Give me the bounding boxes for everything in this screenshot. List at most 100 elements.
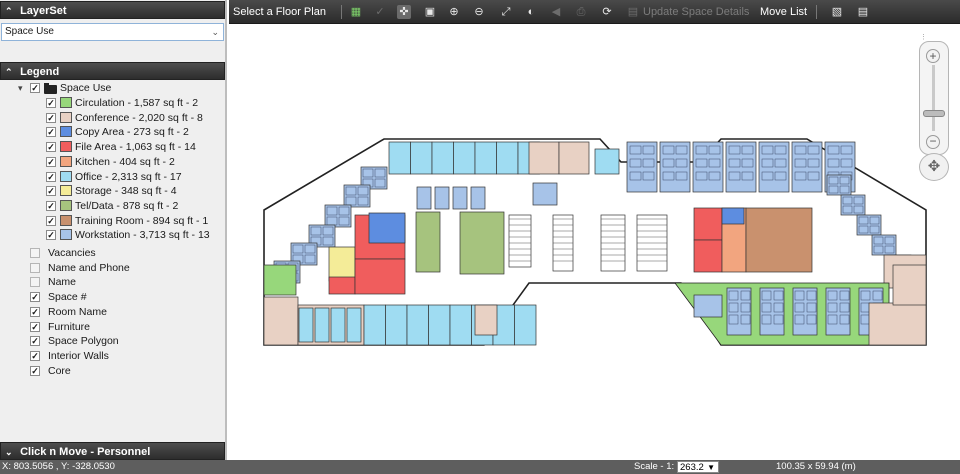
conference-space[interactable] xyxy=(558,141,590,175)
legend-item-checkbox[interactable]: ✓ xyxy=(46,142,56,153)
file-area-space[interactable] xyxy=(354,258,406,295)
zoom-slider-thumb[interactable] xyxy=(923,110,945,117)
legend-item-checkbox[interactable]: ✓ xyxy=(46,112,56,123)
layerset-header[interactable]: ⌃ LayerSet xyxy=(0,1,225,19)
conference-space[interactable] xyxy=(474,304,498,336)
office-space[interactable] xyxy=(410,141,433,175)
excel-icon[interactable]: ▦ xyxy=(349,5,363,19)
workstation-space[interactable] xyxy=(726,287,752,336)
zoom-in-icon[interactable]: + xyxy=(926,49,940,63)
layer-toggle[interactable]: ✓ Space Polygon xyxy=(0,334,225,348)
click-n-move-header[interactable]: ⌄ Click n Move - Personnel xyxy=(0,442,225,460)
legend-item-checkbox[interactable]: ✓ xyxy=(46,186,56,197)
select-floor-plan-button[interactable]: Select a Floor Plan xyxy=(233,0,326,24)
layer-checkbox[interactable]: ✓ xyxy=(30,292,40,303)
legend-item-checkbox[interactable]: ✓ xyxy=(46,215,56,226)
legend-item-checkbox[interactable]: ✓ xyxy=(46,127,56,138)
file-area-space[interactable] xyxy=(328,276,356,295)
teldata-space[interactable] xyxy=(415,211,441,273)
core-stair[interactable] xyxy=(508,214,532,268)
layer-toggle[interactable]: Vacancies xyxy=(0,246,225,260)
workstation-space[interactable] xyxy=(826,174,852,196)
office-space[interactable] xyxy=(346,307,362,343)
layer-checkbox[interactable]: ✓ xyxy=(30,365,40,376)
workstation-space[interactable] xyxy=(452,186,468,210)
training-room-space[interactable] xyxy=(745,207,813,273)
workstation-space[interactable] xyxy=(856,214,882,236)
office-space[interactable] xyxy=(388,141,411,175)
layer-toggle[interactable]: ✓ Room Name xyxy=(0,305,225,319)
rotate-icon[interactable]: ⟳ xyxy=(600,5,614,19)
legend-item-checkbox[interactable]: ✓ xyxy=(46,98,56,108)
legend-item-checkbox[interactable]: ✓ xyxy=(46,200,56,211)
layer-toggle[interactable]: ✓ Furniture xyxy=(0,320,225,334)
workstation-space[interactable] xyxy=(532,182,558,206)
office-space[interactable] xyxy=(406,304,429,346)
move-list-button[interactable]: Move List xyxy=(760,0,807,24)
layer-toggle[interactable]: ✓ Space # xyxy=(0,290,225,304)
floor-plan-map[interactable]: ⋮ + − ✥ xyxy=(229,25,960,460)
tree-expand-icon[interactable]: ▾ xyxy=(18,81,23,95)
layer-toggle[interactable]: Name xyxy=(0,275,225,289)
conference-space[interactable] xyxy=(892,264,927,306)
storage-space[interactable] xyxy=(328,246,356,282)
file-area-space[interactable] xyxy=(693,239,723,273)
legend-item-checkbox[interactable]: ✓ xyxy=(46,156,56,167)
workstation-space[interactable] xyxy=(840,194,866,216)
workstation-space[interactable] xyxy=(343,184,371,208)
office-space[interactable] xyxy=(474,141,497,175)
office-space[interactable] xyxy=(496,141,519,175)
teldata-space[interactable] xyxy=(459,211,505,275)
office-space[interactable] xyxy=(453,141,476,175)
zoom-out-icon[interactable]: − xyxy=(926,135,940,149)
layerset-dropdown[interactable]: Space Use ⌄ xyxy=(1,23,224,41)
workstation-space[interactable] xyxy=(416,186,432,210)
layer-toggle[interactable]: ✓ Interior Walls xyxy=(0,349,225,363)
workstation-space[interactable] xyxy=(825,287,851,336)
root-checkbox[interactable]: ✓ xyxy=(30,83,40,93)
copy-area-space[interactable] xyxy=(721,207,745,225)
file-area-space[interactable] xyxy=(693,207,723,241)
legend-item-checkbox[interactable]: ✓ xyxy=(46,171,56,182)
zoom-window-icon[interactable]: ▣ xyxy=(423,5,437,19)
report-icon[interactable]: ▤ xyxy=(856,5,870,19)
office-space[interactable] xyxy=(298,307,314,343)
legend-header[interactable]: ⌃ Legend xyxy=(0,62,225,80)
layer-checkbox[interactable] xyxy=(30,262,40,273)
pan-arrows-icon[interactable]: ✥ xyxy=(919,153,949,181)
layer-checkbox[interactable]: ✓ xyxy=(30,350,40,361)
workstation-space[interactable] xyxy=(693,294,723,318)
workstation-space[interactable] xyxy=(792,287,818,336)
floor-plan-drawing[interactable] xyxy=(229,25,960,460)
pan-select-icon[interactable]: ✜ xyxy=(397,5,411,19)
layer-toggle[interactable]: ✓ Core xyxy=(0,364,225,378)
workstation-space[interactable] xyxy=(324,204,352,228)
image-export-icon[interactable]: ▧ xyxy=(830,5,844,19)
office-space[interactable] xyxy=(449,304,472,346)
workstation-space[interactable] xyxy=(470,186,486,210)
office-space[interactable] xyxy=(431,141,454,175)
copy-area-space[interactable] xyxy=(368,212,406,244)
zoom-out-icon[interactable]: ⊖ xyxy=(472,5,486,19)
layer-checkbox[interactable]: ✓ xyxy=(30,306,40,317)
layer-checkbox[interactable] xyxy=(30,248,40,258)
layer-checkbox[interactable]: ✓ xyxy=(30,336,40,347)
legend-item-checkbox[interactable]: ✓ xyxy=(46,230,56,241)
zoom-extents-icon[interactable]: ⤢ xyxy=(499,5,513,19)
office-space[interactable] xyxy=(363,304,386,346)
office-space[interactable] xyxy=(594,148,620,175)
workstation-space[interactable] xyxy=(871,234,897,256)
workstation-space[interactable] xyxy=(434,186,450,210)
office-space[interactable] xyxy=(385,304,408,346)
office-space[interactable] xyxy=(514,304,537,346)
conference-space[interactable] xyxy=(528,141,560,175)
layer-toggle[interactable]: Name and Phone xyxy=(0,261,225,275)
layer-checkbox[interactable] xyxy=(30,277,40,288)
zoom-in-icon[interactable]: ⊕ xyxy=(447,5,461,19)
office-space[interactable] xyxy=(428,304,451,346)
circulation-space[interactable] xyxy=(263,264,297,296)
scale-dropdown[interactable]: 263.2 ▼ xyxy=(677,461,719,473)
workstation-space[interactable] xyxy=(759,287,785,336)
office-space[interactable] xyxy=(314,307,330,343)
office-space[interactable] xyxy=(330,307,346,343)
